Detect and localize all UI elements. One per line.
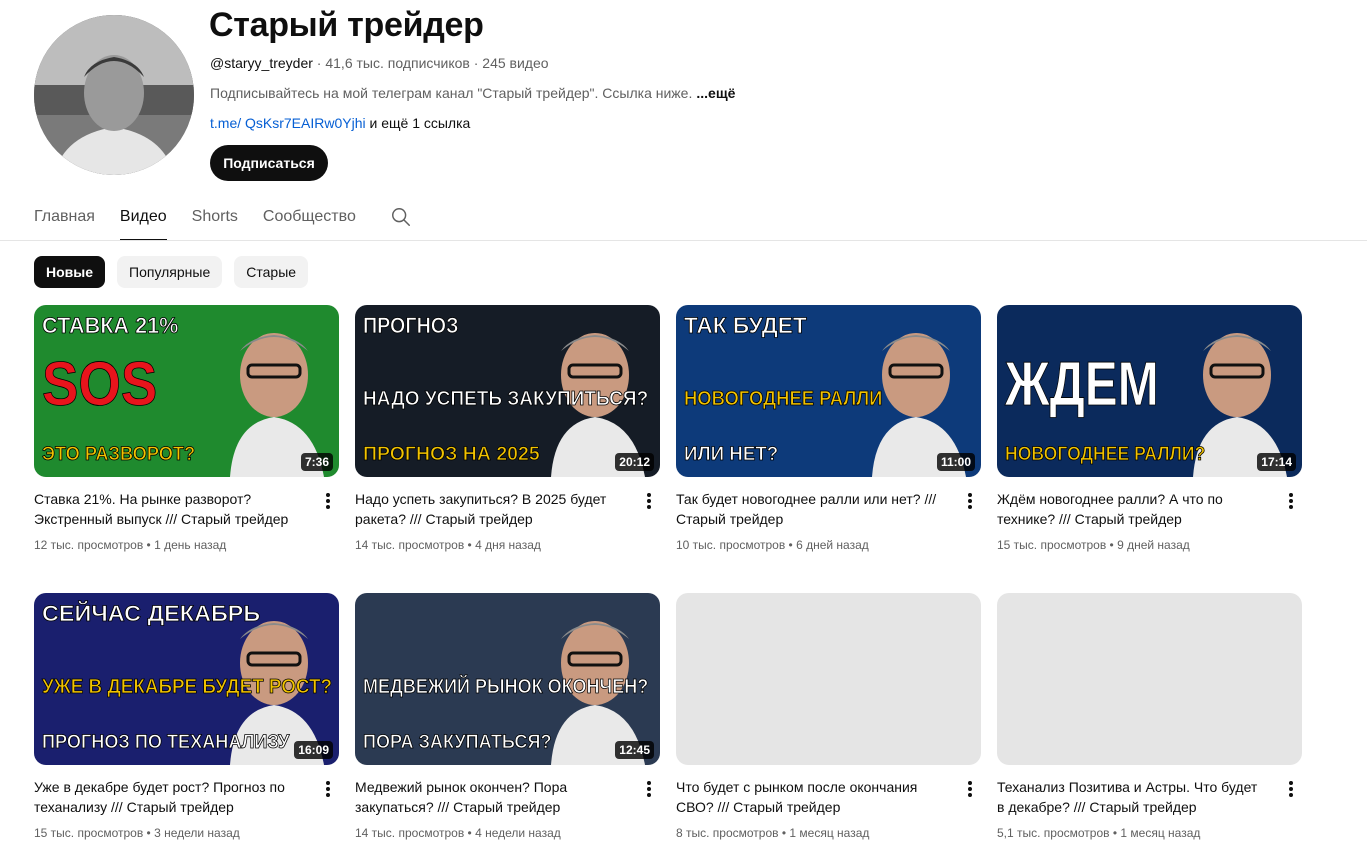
tab-community[interactable]: Сообщество <box>263 195 356 241</box>
thumbnail-top-text: ТАК БУДЕТ <box>684 313 807 338</box>
thumbnail-art: ПРОГНОЗ НАДО УСПЕТЬ ЗАКУПИТЬСЯ? ПРОГНОЗ НА… <box>355 305 660 477</box>
thumbnail-art: ТАК БУДЕТ НОВОГОДНЕЕ РАЛЛИ ИЛИ НЕТ? <box>676 305 981 477</box>
more-actions-icon[interactable] <box>962 491 978 511</box>
channel-meta: @staryy_treyder · 41,6 тыс. подписчиков … <box>210 55 549 71</box>
video-meta: 12 тыс. просмотров • 1 день назад <box>34 538 227 552</box>
more-actions-icon[interactable] <box>320 491 336 511</box>
chip-oldest[interactable]: Старые <box>234 256 309 288</box>
video-title[interactable]: Что будет с рынком после окончания СВО? … <box>676 777 946 817</box>
more-actions-icon[interactable] <box>1283 491 1299 511</box>
tab-videos[interactable]: Видео <box>119 195 167 241</box>
video-title[interactable]: Уже в декабре будет рост? Прогноз по тех… <box>34 777 304 817</box>
thumbnail-art: ЖДЕМ НОВОГОДНЕЕ РАЛЛИ? <box>997 305 1302 477</box>
thumbnail-top-text: ПРОГНОЗ <box>363 313 458 338</box>
video-duration: 17:14 <box>1257 453 1296 471</box>
video-meta: 15 тыс. просмотров • 3 недели назад <box>34 826 240 840</box>
thumbnail-art: СТАВКА 21% SOS ЭТО РАЗВОРОТ? <box>34 305 339 477</box>
video-title[interactable]: Так будет новогоднее ралли или нет? /// … <box>676 489 946 529</box>
thumbnail-bottom-text: ПРОГНОЗ ПО ТЕХАНАЛИЗУ <box>42 732 290 753</box>
video-duration: 16:09 <box>294 741 333 759</box>
video-card[interactable]: МЕДВЕЖИЙ РЫНОК ОКОНЧЕН? ПОРА ЗАКУПАТЬСЯ? 1… <box>355 593 660 840</box>
thumbnail-bottom-text: ПОРА ЗАКУПАТЬСЯ? <box>363 732 551 753</box>
thumbnail-bottom-text: ИЛИ НЕТ? <box>684 444 778 465</box>
channel-stats: · 41,6 тыс. подписчиков · 245 видео <box>312 55 549 71</box>
channel-more-links[interactable]: и ещё 1 ссылка <box>366 115 470 131</box>
sort-chips: Новые Популярные Старые <box>34 256 320 288</box>
description-text: Подписывайтесь на мой телеграм канал "Ст… <box>210 85 693 101</box>
video-thumbnail[interactable]: СТАВКА 21% SOS ЭТО РАЗВОРОТ? 7:36 <box>34 305 339 477</box>
channel-links: t.me/ QsKsr7EAIRw0Yjhi и ещё 1 ссылка <box>210 115 470 131</box>
channel-link[interactable]: t.me/ QsKsr7EAIRw0Yjhi <box>210 115 366 131</box>
video-card[interactable]: ПРОГНОЗ НАДО УСПЕТЬ ЗАКУПИТЬСЯ? ПРОГНОЗ НА… <box>355 305 660 552</box>
channel-title: Старый трейдер <box>209 6 484 44</box>
video-meta: 5,1 тыс. просмотров • 1 месяц назад <box>997 826 1201 840</box>
video-title[interactable]: Теханализ Позитива и Астры. Что будет в … <box>997 777 1267 817</box>
video-card[interactable]: СТАВКА 21% SOS ЭТО РАЗВОРОТ? 7:36 Ставка 21… <box>34 305 339 552</box>
video-duration: 7:36 <box>300 453 333 471</box>
video-meta: 14 тыс. просмотров • 4 недели назад <box>355 826 561 840</box>
thumbnail-headline: НАДО УСПЕТЬ ЗАКУПИТЬСЯ? <box>363 388 648 410</box>
more-actions-icon[interactable] <box>962 779 978 799</box>
thumbnail-headline: SOS <box>42 350 157 419</box>
video-title[interactable]: Надо успеть закупиться? В 2025 будет рак… <box>355 489 625 529</box>
video-title[interactable]: Ждём новогоднее ралли? А что по технике?… <box>997 489 1267 529</box>
video-card[interactable]: ЖДЕМ НОВОГОДНЕЕ РАЛЛИ? 17:14 Ждём новогодн… <box>997 305 1302 552</box>
more-actions-icon[interactable] <box>641 779 657 799</box>
subscribe-button[interactable]: Подписаться <box>210 145 328 181</box>
channel-description[interactable]: Подписывайтесь на мой телеграм канал "Ст… <box>210 85 735 101</box>
channel-handle: @staryy_treyder <box>210 55 313 71</box>
thumbnail-bottom-text: ЭТО РАЗВОРОТ? <box>42 444 195 465</box>
thumbnail-top-text: СТАВКА 21% <box>42 313 178 338</box>
tab-home[interactable]: Главная <box>34 195 95 241</box>
video-thumbnail[interactable]: ТАК БУДЕТ НОВОГОДНЕЕ РАЛЛИ ИЛИ НЕТ? 11:00 <box>676 305 981 477</box>
thumbnail-headline: НОВОГОДНЕЕ РАЛЛИ <box>684 388 882 410</box>
channel-tabs: Главная Видео Shorts Сообщество <box>34 195 381 241</box>
video-duration: 20:12 <box>615 453 654 471</box>
video-meta: 14 тыс. просмотров • 4 дня назад <box>355 538 541 552</box>
thumbnail-headline: УЖЕ В ДЕКАБРЕ БУДЕТ РОСТ? <box>42 676 332 698</box>
video-duration: 12:45 <box>615 741 654 759</box>
video-title[interactable]: Ставка 21%. На рынке разворот? Экстренны… <box>34 489 304 529</box>
video-thumbnail[interactable]: ЖДЕМ НОВОГОДНЕЕ РАЛЛИ? 17:14 <box>997 305 1302 477</box>
thumbnail-top-text: СЕЙЧАС ДЕКАБРЬ <box>42 601 260 626</box>
tabs-divider <box>0 240 1367 241</box>
more-actions-icon[interactable] <box>641 491 657 511</box>
thumbnail-headline: МЕДВЕЖИЙ РЫНОК ОКОНЧЕН? <box>363 674 648 698</box>
video-title[interactable]: Медвежий рынок окончен? Пора закупаться?… <box>355 777 625 817</box>
more-actions-icon[interactable] <box>1283 779 1299 799</box>
thumbnail-bottom-text: НОВОГОДНЕЕ РАЛЛИ? <box>1005 444 1205 465</box>
chip-newest[interactable]: Новые <box>34 256 106 288</box>
video-thumbnail-placeholder[interactable] <box>676 593 981 765</box>
video-card[interactable]: Теханализ Позитива и Астры. Что будет в … <box>997 593 1302 840</box>
video-thumbnail[interactable]: СЕЙЧАС ДЕКАБРЬ УЖЕ В ДЕКАБРЕ БУДЕТ РОСТ? П… <box>34 593 339 765</box>
video-thumbnail[interactable]: МЕДВЕЖИЙ РЫНОК ОКОНЧЕН? ПОРА ЗАКУПАТЬСЯ? 1… <box>355 593 660 765</box>
video-meta: 10 тыс. просмотров • 6 дней назад <box>676 538 869 552</box>
video-card[interactable]: СЕЙЧАС ДЕКАБРЬ УЖЕ В ДЕКАБРЕ БУДЕТ РОСТ? П… <box>34 593 339 840</box>
thumbnail-art: МЕДВЕЖИЙ РЫНОК ОКОНЧЕН? ПОРА ЗАКУПАТЬСЯ? <box>355 593 660 765</box>
video-thumbnail-placeholder[interactable] <box>997 593 1302 765</box>
thumbnail-headline: ЖДЕМ <box>1004 350 1159 419</box>
tab-shorts[interactable]: Shorts <box>192 195 238 241</box>
more-actions-icon[interactable] <box>320 779 336 799</box>
chip-popular[interactable]: Популярные <box>117 256 223 288</box>
search-icon[interactable] <box>390 206 412 228</box>
video-card[interactable]: ТАК БУДЕТ НОВОГОДНЕЕ РАЛЛИ ИЛИ НЕТ? 11:00 Т… <box>676 305 981 552</box>
video-meta: 8 тыс. просмотров • 1 месяц назад <box>676 826 870 840</box>
video-card[interactable]: Что будет с рынком после окончания СВО? … <box>676 593 981 840</box>
thumbnail-art: СЕЙЧАС ДЕКАБРЬ УЖЕ В ДЕКАБРЕ БУДЕТ РОСТ? П… <box>34 593 339 765</box>
video-duration: 11:00 <box>936 453 975 471</box>
channel-avatar[interactable] <box>34 15 194 175</box>
video-thumbnail[interactable]: ПРОГНОЗ НАДО УСПЕТЬ ЗАКУПИТЬСЯ? ПРОГНОЗ НА… <box>355 305 660 477</box>
description-more[interactable]: ...ещё <box>696 85 735 101</box>
avatar-photo <box>34 15 194 175</box>
video-meta: 15 тыс. просмотров • 9 дней назад <box>997 538 1190 552</box>
thumbnail-bottom-text: ПРОГНОЗ НА 2025 <box>363 444 540 465</box>
